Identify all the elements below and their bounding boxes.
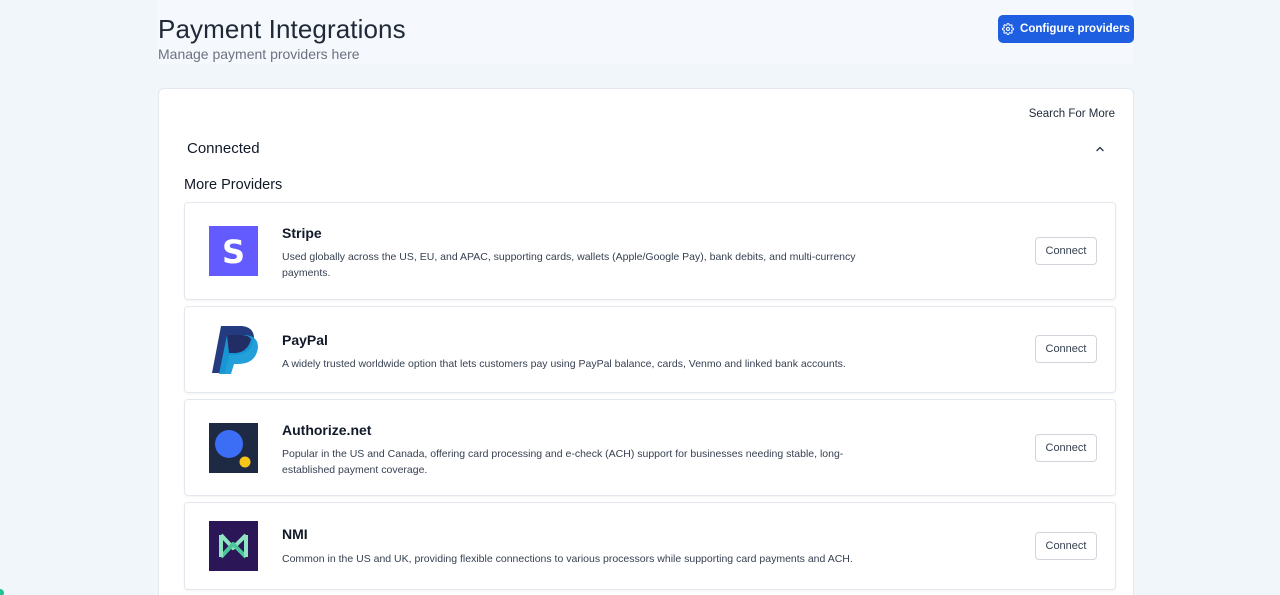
stripe-logo: S [209, 226, 258, 276]
provider-card-authorize-net: Authorize.net Popular in the US and Cana… [184, 399, 1116, 496]
stripe-logo-letter: S [222, 233, 245, 271]
provider-description: A widely trusted worldwide option that l… [282, 358, 846, 370]
provider-description: Common in the US and UK, providing flexi… [282, 553, 853, 565]
configure-providers-button[interactable]: Configure providers [998, 15, 1134, 43]
authorize-net-logo [209, 423, 258, 473]
connect-paypal-button[interactable]: Connect [1035, 335, 1097, 363]
providers-panel: Search For More Connected More Providers… [158, 88, 1134, 595]
provider-description: Used globally across the US, EU, and APA… [282, 251, 856, 279]
search-for-more-link[interactable]: Search For More [1029, 108, 1115, 120]
page-subtitle: Manage payment providers here [158, 46, 360, 62]
provider-name: NMI [282, 526, 308, 542]
configure-providers-label: Configure providers [1020, 23, 1130, 35]
provider-card-stripe: S Stripe Used globally across the US, EU… [184, 202, 1116, 300]
provider-name: Stripe [282, 225, 322, 241]
nmi-logo [209, 521, 258, 571]
provider-name: Authorize.net [282, 422, 372, 438]
provider-name: PayPal [282, 332, 328, 348]
connect-authorize-net-button[interactable]: Connect [1035, 434, 1097, 462]
connected-section-title: Connected [187, 140, 260, 157]
connect-nmi-button[interactable]: Connect [1035, 532, 1097, 560]
more-providers-title: More Providers [184, 177, 283, 193]
connect-stripe-button[interactable]: Connect [1035, 237, 1097, 265]
provider-description: Popular in the US and Canada, offering c… [282, 448, 844, 476]
page-title: Payment Integrations [158, 14, 406, 44]
paypal-logo [212, 326, 258, 374]
gear-icon [1002, 23, 1015, 35]
provider-card-nmi: NMI Common in the US and UK, providing f… [184, 502, 1116, 590]
status-indicator-dot [0, 589, 4, 595]
provider-card-paypal: PayPal A widely trusted worldwide option… [184, 306, 1116, 393]
chevron-up-icon[interactable] [1093, 142, 1107, 156]
